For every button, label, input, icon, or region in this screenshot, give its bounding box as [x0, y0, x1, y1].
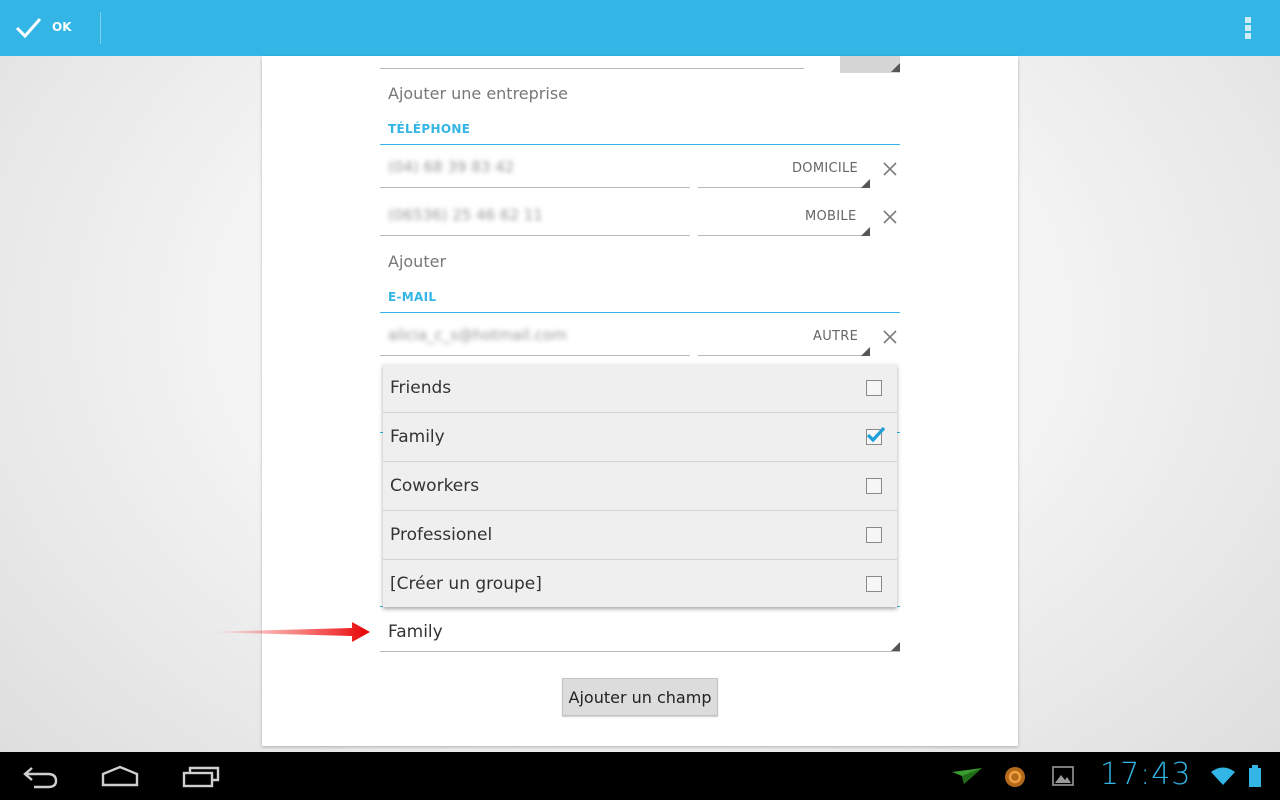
dropdown-corner-icon — [891, 642, 900, 651]
remove-email-icon[interactable] — [881, 328, 899, 346]
group-checkbox[interactable] — [866, 380, 882, 396]
group-option-friends[interactable]: Friends — [383, 364, 897, 413]
name-field-underline — [380, 68, 804, 69]
group-checkbox[interactable] — [866, 527, 882, 543]
wifi-icon — [1211, 767, 1235, 785]
group-option-coworkers[interactable]: Coworkers — [383, 462, 897, 511]
phone-field-underline — [380, 235, 690, 236]
email-field-underline — [380, 355, 690, 356]
recent-apps-icon[interactable] — [182, 764, 220, 788]
remove-phone-icon[interactable] — [881, 160, 899, 178]
dropdown-corner-icon — [861, 227, 870, 236]
group-option-create-group[interactable]: [Créer un groupe] — [383, 560, 897, 609]
group-option-label: Professionel — [390, 525, 493, 545]
email-type-underline — [698, 355, 870, 356]
red-arrow-icon — [206, 622, 370, 642]
back-icon[interactable] — [22, 764, 60, 790]
phone-type-underline — [698, 187, 870, 188]
group-field-underline — [380, 651, 900, 652]
battery-icon — [1249, 765, 1261, 787]
checkmark-icon — [866, 426, 886, 443]
phone-type-underline — [698, 235, 870, 236]
group-option-label: Coworkers — [390, 476, 480, 496]
group-option-professionel[interactable]: Professionel — [383, 511, 897, 560]
clock[interactable]: 17:43 — [1100, 757, 1191, 792]
phone-number-field[interactable]: (04) 68 39 83 42 — [388, 158, 514, 176]
home-icon[interactable] — [101, 764, 139, 788]
send-notification-icon[interactable] — [950, 766, 984, 786]
group-checkbox[interactable] — [866, 478, 882, 494]
group-option-family[interactable]: Family — [383, 413, 897, 462]
ok-label: OK — [52, 20, 72, 34]
add-field-button[interactable]: Ajouter un champ — [562, 678, 718, 716]
phone-type-selector[interactable]: MOBILE — [805, 209, 856, 224]
dropdown-corner-icon — [861, 179, 870, 188]
phone-field-underline — [380, 187, 690, 188]
company-field[interactable]: Ajouter une entreprise — [388, 84, 568, 103]
group-checkbox[interactable] — [866, 576, 882, 592]
email-section-title: E-MAIL — [388, 290, 437, 304]
phone-section-title: TÉLÉPHONE — [388, 122, 471, 136]
dropdown-corner-icon — [861, 347, 870, 356]
group-dropdown: Friends Family Coworkers Professionel [C… — [383, 364, 897, 607]
ok-button[interactable]: OK — [0, 0, 100, 56]
email-section-divider — [380, 312, 900, 313]
group-selector[interactable]: Family — [388, 622, 443, 642]
group-option-label: Family — [390, 427, 445, 447]
group-option-label: Friends — [390, 378, 452, 398]
image-notification-icon[interactable] — [1052, 766, 1074, 786]
phone-type-selector[interactable]: DOMICILE — [792, 161, 858, 176]
email-field[interactable]: alicia_c_s@hotmail.com — [388, 326, 567, 344]
remove-phone-icon[interactable] — [881, 208, 899, 226]
sync-notification-icon[interactable] — [1004, 766, 1026, 788]
action-bar-divider — [100, 12, 101, 44]
check-icon — [15, 18, 42, 39]
action-bar: OK — [0, 0, 1280, 56]
overflow-menu-icon[interactable] — [1236, 12, 1260, 44]
phone-number-field[interactable]: (06536) 25 46 62 11 — [388, 206, 543, 224]
email-type-selector[interactable]: AUTRE — [813, 329, 858, 344]
photo-menu-corner-icon — [891, 63, 900, 72]
add-phone-field[interactable]: Ajouter — [388, 252, 446, 271]
group-option-label: [Créer un groupe] — [390, 574, 542, 594]
phone-section-divider — [380, 144, 900, 145]
